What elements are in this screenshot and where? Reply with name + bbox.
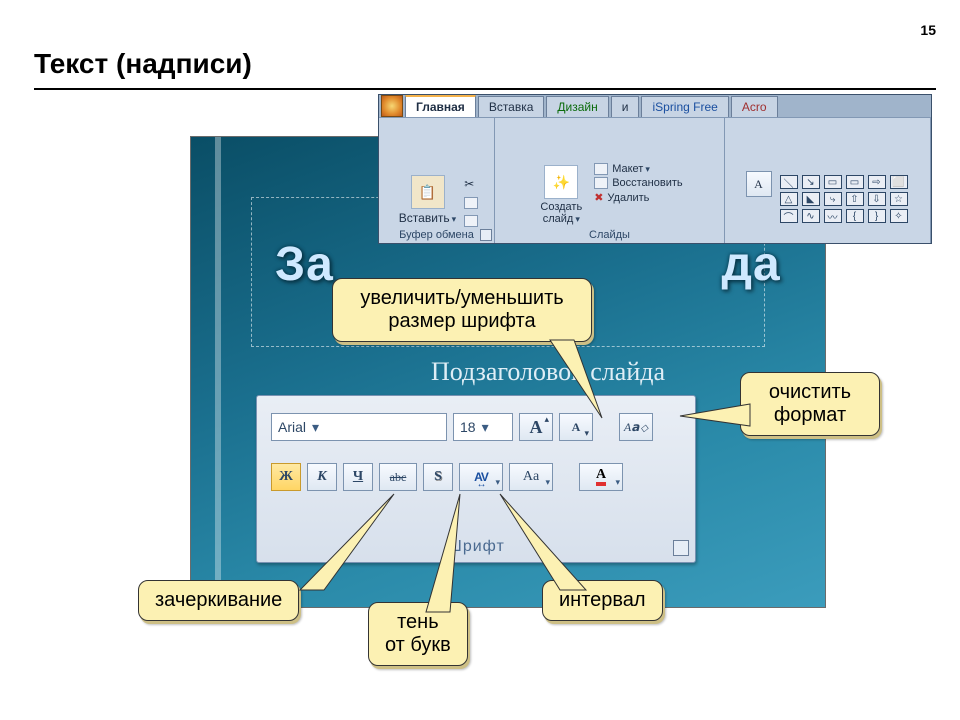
ribbon-tabs: Главная Вставка Дизайн и iSpring Free Ac… [405,95,931,117]
page-title: Текст (надписи) [34,48,252,80]
paste-button[interactable]: 📋 Вставить [395,173,460,227]
callout-font-size: увеличить/уменьшить размер шрифта [332,278,592,342]
spacing-button[interactable]: AV▾ [459,463,503,491]
tab-ispring[interactable]: iSpring Free [641,96,728,117]
copy-button[interactable] [464,197,478,209]
new-slide-button[interactable]: ✨ Создать слайд [536,163,586,227]
format-painter-button[interactable] [464,215,478,227]
delete-icon: ✖ [594,191,603,204]
callout-font-size-pointer [550,340,630,430]
callout-spacing-pointer [500,494,590,590]
grow-font-button[interactable]: A▴ [519,413,553,441]
tab-acrobat[interactable]: Acro [731,96,778,117]
reset-icon [594,177,608,189]
font-size-combo[interactable]: 18 ▾ [453,413,513,441]
dropdown-icon: ▾ [312,419,319,436]
group-slides-label: Слайды [589,229,630,241]
tab-insert[interactable]: Вставка [478,96,545,117]
text-box-button[interactable]: A [746,171,772,197]
reset-button[interactable]: Восстановить [594,177,682,189]
layout-button[interactable]: Макет [594,163,682,175]
delete-slide-button[interactable]: ✖Удалить [594,191,682,204]
change-case-button[interactable]: Aa▾ [509,463,553,491]
underline-button[interactable]: Ч [343,463,373,491]
bold-button[interactable]: Ж [271,463,301,491]
tab-extra[interactable]: и [611,96,640,117]
group-shapes: A ＼↘▭▭⇨⬜ △◣⤷⇧⇩☆ ⌒∿〰{}✧ [725,118,931,243]
clipboard-icon: 📋 [411,175,445,209]
strike-button[interactable]: abc [379,463,417,491]
page-number: 15 [920,22,936,38]
cut-button[interactable]: ✂ [464,177,478,191]
callout-strike: зачеркивание [138,580,299,621]
font-color-button[interactable]: A▾ [579,463,623,491]
layout-icon [594,163,608,175]
ribbon: Главная Вставка Дизайн и iSpring Free Ac… [378,94,932,244]
new-slide-label: Создать слайд [540,201,582,225]
callout-clear-format-pointer [680,400,750,440]
paste-label: Вставить [399,211,456,225]
title-rule [34,88,936,90]
clipboard-dialog-launcher[interactable] [480,229,492,241]
callout-clear-format: очистить формат [740,372,880,436]
tab-home[interactable]: Главная [405,95,476,117]
shapes-gallery[interactable]: ＼↘▭▭⇨⬜ △◣⤷⇧⇩☆ ⌒∿〰{}✧ [778,171,910,227]
shadow-button[interactable]: S [423,463,453,491]
font-size-value: 18 [460,419,476,435]
group-clipboard: 📋 Вставить ✂ Буфер обмена [379,118,495,243]
font-dialog-launcher[interactable] [673,540,689,556]
font-name-value: Arial [278,419,306,435]
font-name-combo[interactable]: Arial ▾ [271,413,447,441]
callout-strike-pointer [300,494,410,590]
new-slide-icon: ✨ [544,165,578,199]
group-clipboard-label: Буфер обмена [399,229,474,241]
callout-shadow-pointer [420,494,480,612]
office-button[interactable] [381,95,403,117]
italic-button[interactable]: К [307,463,337,491]
tab-design[interactable]: Дизайн [546,96,608,117]
group-slides: ✨ Создать слайд Макет Восстановить ✖Удал… [495,118,725,243]
dropdown-icon: ▾ [482,419,489,436]
